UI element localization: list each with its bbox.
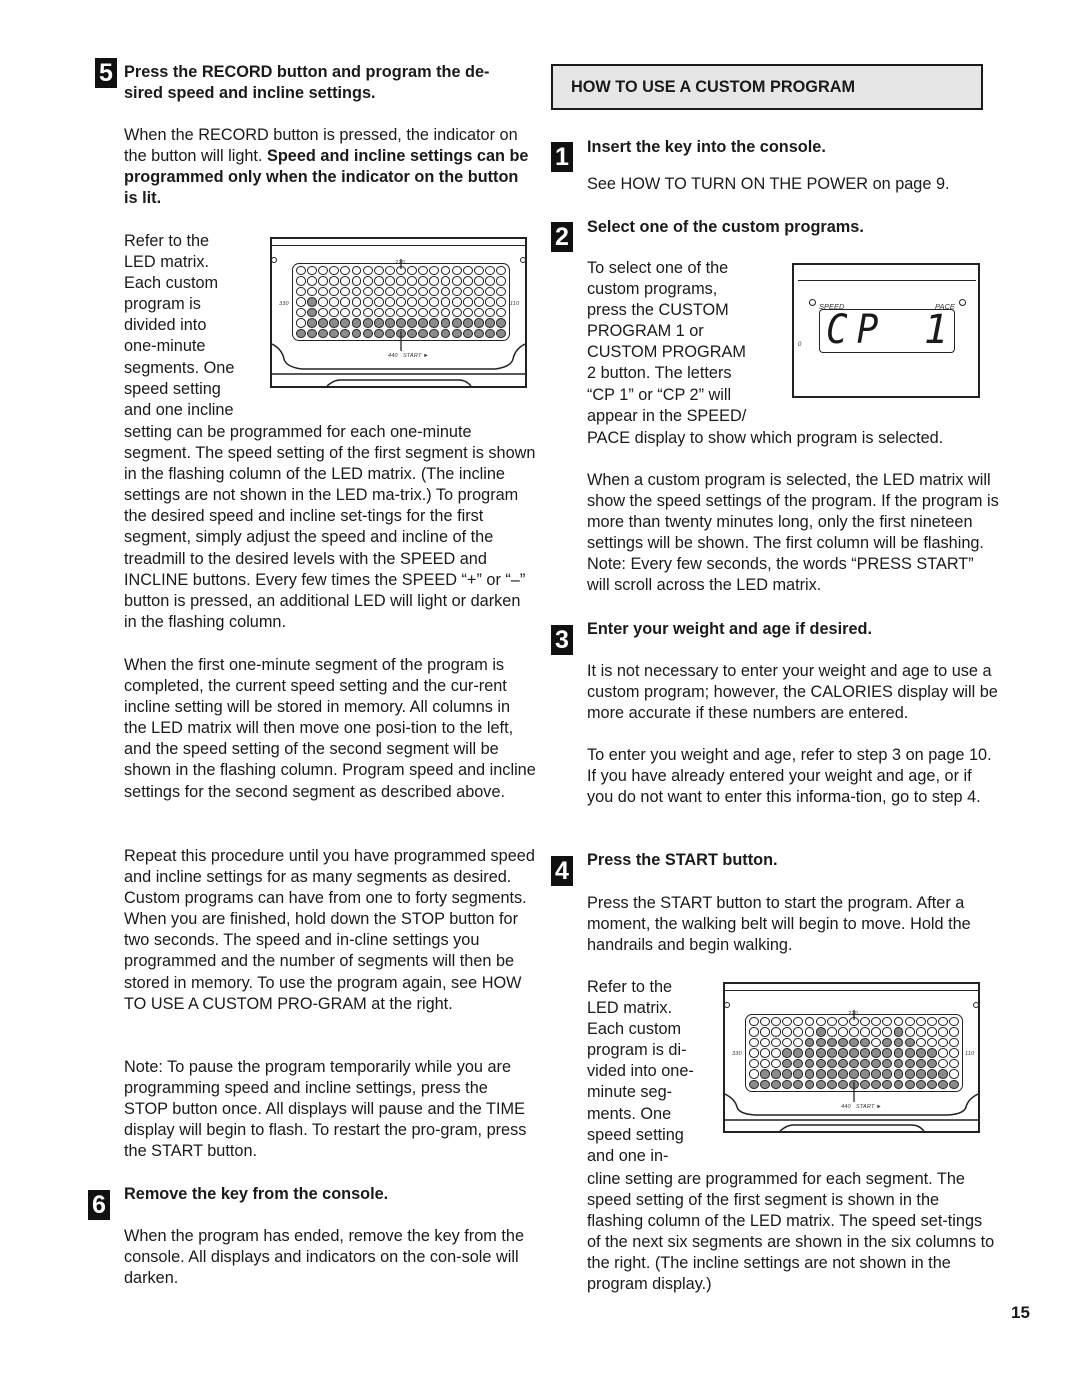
wrap-line: speed setting <box>587 1125 684 1144</box>
wrap-line: To select one of the <box>587 259 729 277</box>
step-2-wrap-rest: PACE display to show which program is se… <box>587 429 944 447</box>
step-4-title: Press the START button. <box>587 851 778 869</box>
lcd-readout-number: 1 <box>923 307 948 353</box>
step-number-badge: 4 <box>551 856 573 886</box>
wrap-line: and one incline <box>124 400 234 419</box>
display-side-mark: 0 <box>798 342 802 348</box>
step-3-title: Enter your weight and age if desired. <box>587 620 872 638</box>
display-divider <box>798 280 976 281</box>
step-1-title: Insert the key into the console. <box>587 138 826 156</box>
wrap-line: vided into one- <box>587 1062 694 1081</box>
speed-indicator-icon <box>809 299 816 306</box>
step-5-title-line-1: Press the RECORD button and program the … <box>124 63 490 81</box>
step-number-badge: 6 <box>88 1190 110 1220</box>
lcd-readout-program: CP <box>826 307 888 353</box>
wrap-line: Each custom <box>587 1020 682 1039</box>
step-5-intro: When the RECORD button is pressed, the i… <box>124 125 532 209</box>
step-5-title-line-2: sired speed and incline settings. <box>124 84 376 102</box>
step-2-title: Select one of the custom programs. <box>587 218 864 236</box>
wrap-line: Each custom <box>124 274 219 293</box>
speed-pace-display: SPEED PACE 0 CP 1 <box>792 263 980 398</box>
page-number: 15 <box>1011 1303 1030 1322</box>
step-5-note: Note: To pause the program temporarily w… <box>124 1058 527 1161</box>
wrap-line: Refer to the <box>587 978 673 996</box>
wrap-line: one-minute <box>124 337 206 356</box>
wrap-line: “CP 1” or “CP 2” will <box>587 385 732 404</box>
step-number-badge: 3 <box>551 625 573 655</box>
step-3-paragraph-1: It is not necessary to enter your weight… <box>587 662 998 723</box>
wrap-line: ments. One <box>587 1104 672 1123</box>
wrap-line: LED matrix. <box>124 253 210 272</box>
wrap-line: segments. One <box>124 358 235 377</box>
step-1-body: See HOW TO TURN ON THE POWER on page 9. <box>587 175 950 193</box>
wrap-line: press the CUSTOM <box>587 301 729 320</box>
pace-indicator-icon <box>959 299 966 306</box>
lcd-wrap-text: To select one of the custom programs, pr… <box>587 258 787 427</box>
step-6-body: When the program has ended, remove the k… <box>124 1227 525 1288</box>
step-3-paragraph-2: To enter you weight and age, refer to st… <box>587 746 992 807</box>
step-5-paragraph-1: setting can be programmed for each one-m… <box>124 423 536 631</box>
step-2-paragraph-2: When a custom program is selected, the L… <box>587 471 999 595</box>
led-matrix-console-1: 220 330 110 440 START ► <box>270 237 527 388</box>
section-header-box: HOW TO USE A CUSTOM PROGRAM <box>551 64 983 110</box>
step-4-wrap-rest: cline setting are programmed for each se… <box>587 1170 995 1294</box>
step-number-badge: 5 <box>95 58 117 88</box>
wrap-line: divided into <box>124 316 207 335</box>
step-5-title: Press the RECORD button and program the … <box>124 62 544 104</box>
step-4-body: Press the START button to start the prog… <box>587 894 971 955</box>
wrap-line: speed setting <box>124 379 221 398</box>
console-frame-lines <box>725 1010 978 1131</box>
led-wrap-text-left: Refer to the LED matrix. Each custom pro… <box>124 231 264 421</box>
step-number-badge: 1 <box>551 142 573 172</box>
wrap-line: 2 button. The letters <box>587 364 732 383</box>
wrap-line: LED matrix. <box>587 999 673 1018</box>
wrap-line: and one in- <box>587 1146 669 1165</box>
lcd-readout-window: CP 1 <box>819 307 955 353</box>
step-5-paragraph-3: Repeat this procedure until you have pro… <box>124 847 535 1013</box>
step-number-badge: 2 <box>551 222 573 252</box>
section-header-title: HOW TO USE A CUSTOM PROGRAM <box>571 78 856 96</box>
wrap-line: program is <box>124 295 201 314</box>
wrap-line: appear in the SPEED/ <box>587 406 747 425</box>
wrap-line: CUSTOM PROGRAM <box>587 343 746 362</box>
wrap-line: minute seg- <box>587 1083 673 1102</box>
wrap-line: custom programs, <box>587 280 718 299</box>
led-matrix-console-2: 220 330 110 440 START ► <box>723 982 980 1133</box>
wrap-line: program is di- <box>587 1041 687 1060</box>
led-wrap-text-right: Refer to the LED matrix. Each custom pro… <box>587 977 717 1167</box>
console-frame-lines <box>272 259 525 386</box>
wrap-line: PROGRAM 1 or <box>587 322 704 341</box>
step-5-paragraph-2: When the first one-minute segment of the… <box>124 656 536 801</box>
step-6-title: Remove the key from the console. <box>124 1185 389 1203</box>
wrap-line: Refer to the <box>124 232 210 250</box>
